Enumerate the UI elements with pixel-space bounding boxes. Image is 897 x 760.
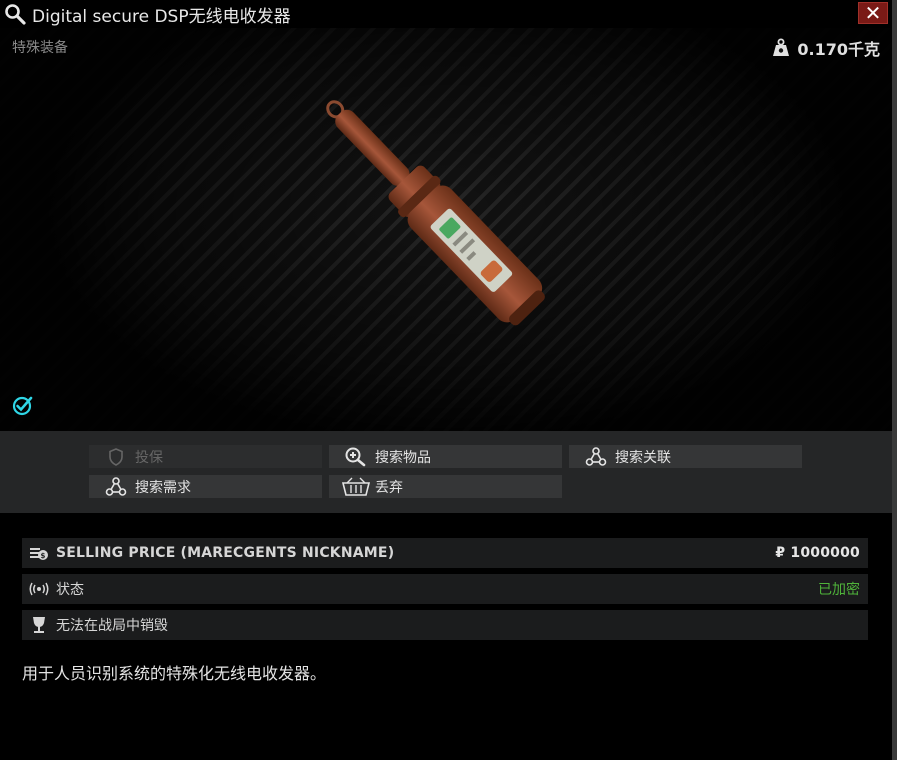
item-weight-value: 0.170千克 <box>797 40 880 59</box>
search-requirements-button[interactable]: 搜索需求 <box>89 475 322 498</box>
indestructible-row: 无法在战局中销毁 <box>22 610 868 640</box>
title-bar[interactable]: Digital secure DSP无线电收发器 ✕ <box>0 0 892 28</box>
background-edge <box>892 0 897 760</box>
search-requirements-label: 搜索需求 <box>135 479 191 496</box>
actions-panel: 投保 搜索物品 搜索关联 搜索需求 丢弃 <box>0 431 892 513</box>
item-inspect-window: Digital secure DSP无线电收发器 ✕ 特殊装备 0.170千克 <box>0 0 892 760</box>
found-in-raid-icon <box>11 393 35 417</box>
indestructible-label: 无法在战局中销毁 <box>56 618 168 634</box>
status-value: 已加密 <box>818 582 860 598</box>
search-links-button[interactable]: 搜索关联 <box>569 445 802 468</box>
search-item-button[interactable]: 搜索物品 <box>329 445 562 468</box>
insure-label: 投保 <box>135 449 163 466</box>
linked-nodes-icon <box>581 446 611 467</box>
radio-transceiver-image <box>326 100 545 326</box>
trophy-cup-icon <box>28 615 50 635</box>
item-weight: 0.170千克 <box>771 36 880 60</box>
magnifier-plus-icon <box>341 447 371 467</box>
search-icon <box>2 0 28 28</box>
discard-label: 丢弃 <box>375 479 403 496</box>
shield-icon <box>101 447 131 467</box>
status-row: 状态 已加密 <box>22 574 868 604</box>
money-stack-icon: $ <box>28 543 50 563</box>
status-label: 状态 <box>56 582 84 598</box>
search-links-label: 搜索关联 <box>615 449 671 466</box>
item-preview: 特殊装备 0.170千克 <box>0 28 892 431</box>
svg-text:$: $ <box>40 552 45 560</box>
insure-button[interactable]: 投保 <box>89 445 322 468</box>
selling-price-row: $ SELLING PRICE (MARECGENTS NICKNAME) ₽ … <box>22 538 868 568</box>
item-description: 用于人员识别系统的特殊化无线电收发器。 <box>22 664 327 683</box>
trash-basket-icon <box>341 477 371 497</box>
close-button[interactable]: ✕ <box>858 2 888 24</box>
search-item-label: 搜索物品 <box>375 449 431 466</box>
item-category: 特殊装备 <box>12 40 68 56</box>
discard-button[interactable]: 丢弃 <box>329 475 562 498</box>
radio-signal-icon <box>28 579 50 599</box>
selling-price-label: SELLING PRICE (MARECGENTS NICKNAME) <box>56 545 395 561</box>
window-title: Digital secure DSP无线电收发器 <box>32 6 291 27</box>
linked-nodes-icon <box>101 476 131 497</box>
close-icon: ✕ <box>864 1 882 25</box>
weight-icon <box>771 38 791 58</box>
selling-price-value: ₽ 1000000 <box>775 545 860 561</box>
